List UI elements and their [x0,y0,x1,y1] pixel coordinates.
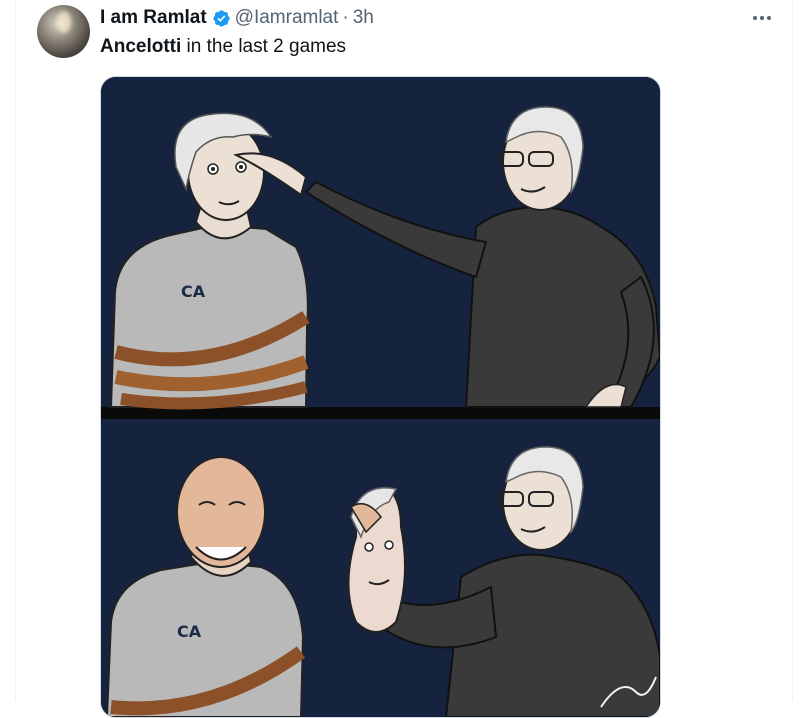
tweet-text-rest: in the last 2 games [181,36,347,57]
separator-dot: · [342,7,349,28]
author-handle[interactable]: @Iamramlat [235,7,339,29]
shirt-label-bottom: CA [177,622,202,641]
tweet[interactable]: I am Ramlat @Iamramlat · 3h Ancelotti in… [16,0,792,718]
avatar[interactable] [37,5,90,58]
tweet-header: I am Ramlat @Iamramlat · 3h [100,7,374,29]
shirt-label-top: CA [181,282,206,301]
tweet-text: Ancelotti in the last 2 games [100,36,346,58]
more-icon[interactable] [751,7,773,29]
author-name[interactable]: I am Ramlat [100,7,207,29]
tweet-image[interactable]: CA CA [100,76,661,718]
column-border-right [792,0,793,701]
timestamp[interactable]: 3h [353,7,374,29]
verified-badge-icon [212,9,231,28]
tweet-text-bold: Ancelotti [100,36,182,57]
